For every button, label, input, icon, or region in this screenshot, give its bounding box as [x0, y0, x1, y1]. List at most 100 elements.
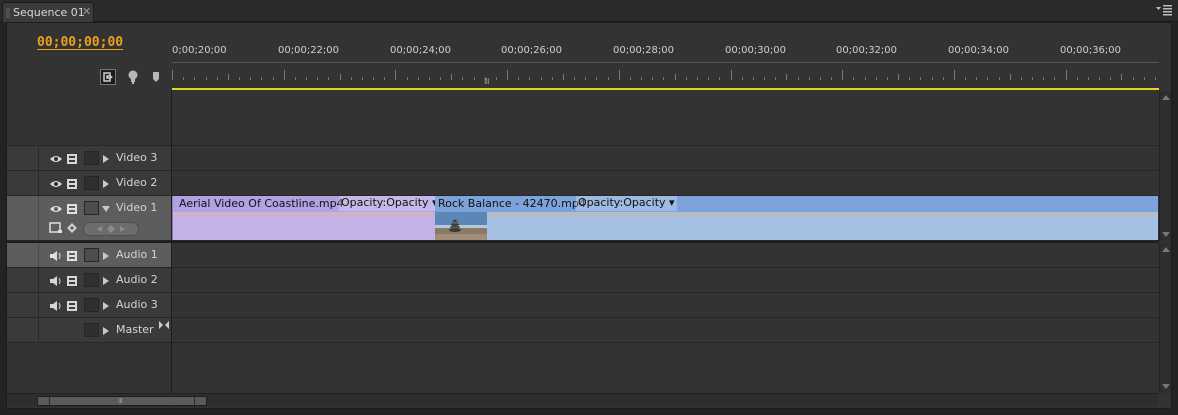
keyframes-icon[interactable]: [65, 222, 79, 234]
eye-icon[interactable]: [49, 203, 63, 215]
expand-track-icon[interactable]: [103, 155, 109, 163]
ruler-tick: [809, 77, 810, 80]
zoom-handle-left[interactable]: [38, 397, 50, 405]
ruler-label: 00;00;28;00: [613, 45, 675, 56]
track-header-audio-2[interactable]: Audio 2: [7, 268, 171, 292]
track-lane-video-3[interactable]: [172, 146, 1159, 170]
zoom-scroll-thumb[interactable]: Ⅲ: [37, 396, 207, 406]
opacity-line[interactable]: [435, 215, 1158, 216]
track-name: Master: [116, 323, 154, 336]
audio-vertical-scrollbar[interactable]: [1159, 243, 1171, 393]
ruler-tick: [1043, 77, 1044, 80]
opacity-line[interactable]: [173, 215, 435, 216]
eye-icon[interactable]: [49, 178, 63, 190]
track-header-audio-1[interactable]: Audio 1: [7, 243, 171, 267]
clip-aerial-video[interactable]: Aerial Video Of Coastline.mp4 Opacity:Op…: [172, 196, 435, 240]
scroll-up-icon[interactable]: [1162, 247, 1170, 252]
film-icon[interactable]: [65, 275, 79, 287]
film-icon[interactable]: [65, 178, 79, 190]
stereo-icon: [159, 321, 169, 329]
track-master: Master: [7, 318, 1159, 343]
lock-toggle[interactable]: [84, 201, 99, 215]
speaker-icon[interactable]: [49, 275, 63, 287]
ruler-tick: [1099, 77, 1100, 80]
clip-effect-menu[interactable]: Opacity:Opacity ▾: [576, 196, 677, 211]
expand-track-icon[interactable]: [103, 302, 109, 310]
keyframe-icon[interactable]: [125, 69, 141, 85]
ruler-tick: [1088, 77, 1089, 80]
close-icon[interactable]: ✕: [82, 5, 91, 18]
lock-toggle[interactable]: [84, 248, 99, 262]
clip-name: Aerial Video Of Coastline.mp4: [179, 197, 344, 210]
timeline-panel: 00;00;00;00 0;00;20;00 00;00;22;00 00;00…: [6, 22, 1172, 409]
track-audio-1: Audio 1: [7, 243, 1159, 268]
zoom-handle-right[interactable]: [194, 397, 206, 405]
clip-effect-menu[interactable]: Opacity:Opacity ▾: [339, 196, 435, 211]
ruler-tick: [1066, 70, 1067, 80]
speaker-icon[interactable]: [49, 250, 63, 262]
ruler-tick: [1155, 77, 1156, 80]
ruler-label: 00;00;30;00: [725, 45, 787, 56]
ruler-tick: [529, 77, 530, 80]
collapse-track-icon[interactable]: [102, 206, 110, 212]
track-header-master[interactable]: Master: [7, 318, 171, 342]
panel-menu-icon[interactable]: [1156, 4, 1172, 16]
ruler-tick: [842, 70, 843, 80]
lock-toggle[interactable]: [84, 176, 99, 190]
ruler-tick: [217, 77, 218, 80]
playhead-timecode[interactable]: 00;00;00;00: [37, 35, 123, 50]
marker-icon[interactable]: [148, 69, 164, 85]
work-area-bar[interactable]: [172, 88, 1159, 90]
expand-track-icon[interactable]: [103, 277, 109, 285]
track-header-video-2[interactable]: Video 2: [7, 171, 171, 195]
snap-icon[interactable]: [100, 69, 116, 85]
track-header-audio-3[interactable]: Audio 3: [7, 293, 171, 317]
grip-icon: Ⅲ: [118, 397, 123, 405]
ruler-tick: [596, 77, 597, 80]
scroll-down-icon[interactable]: [1162, 232, 1170, 237]
keyframe-navigator[interactable]: [83, 222, 139, 236]
ruler-tick: [295, 77, 296, 80]
lock-toggle[interactable]: [84, 151, 99, 165]
scroll-up-icon[interactable]: [1162, 95, 1170, 100]
track-lane-audio-3[interactable]: [172, 293, 1159, 317]
ruler-tick: [976, 77, 977, 80]
film-icon[interactable]: [65, 203, 79, 215]
lock-toggle[interactable]: [84, 323, 99, 337]
tab-sequence-01[interactable]: Sequence 01 ✕: [2, 2, 94, 22]
scroll-down-icon[interactable]: [1162, 384, 1170, 389]
ruler-tick: [206, 77, 207, 80]
eye-icon[interactable]: [49, 153, 63, 165]
lock-toggle[interactable]: [84, 298, 99, 312]
expand-track-icon[interactable]: [103, 180, 109, 188]
work-area-handle-icon[interactable]: Ⅲ: [484, 78, 490, 86]
ruler-label: 00;00;36;00: [1060, 45, 1122, 56]
film-icon[interactable]: [65, 300, 79, 312]
lock-toggle[interactable]: [84, 273, 99, 287]
track-lane-video-2[interactable]: [172, 171, 1159, 195]
track-lane-video-1[interactable]: Aerial Video Of Coastline.mp4 Opacity:Op…: [172, 196, 1159, 240]
tab-grip-icon[interactable]: [6, 8, 10, 18]
ruler-tick: [1121, 74, 1122, 80]
ruler-tick: [708, 77, 709, 80]
track-name: Audio 3: [116, 298, 158, 311]
expand-track-icon[interactable]: [103, 327, 109, 335]
expand-track-icon[interactable]: [103, 252, 109, 260]
speaker-icon[interactable]: [49, 300, 63, 312]
clip-name: Rock Balance - 42470.mp4: [438, 197, 586, 210]
track-lane-master[interactable]: [172, 318, 1159, 342]
ruler-tick: [451, 74, 452, 80]
time-ruler[interactable]: 0;00;20;00 00;00;22;00 00;00;24;00 00;00…: [172, 37, 1159, 91]
clip-rock-balance[interactable]: Rock Balance - 42470.mp4 Opacity:Opacity…: [435, 196, 1158, 240]
zoom-scrollbar[interactable]: Ⅲ: [7, 393, 1159, 407]
track-lane-audio-2[interactable]: [172, 268, 1159, 292]
display-style-icon[interactable]: [49, 222, 63, 234]
track-header-video-1[interactable]: Video 1: [7, 196, 171, 240]
film-icon[interactable]: [65, 250, 79, 262]
ruler-tick: [775, 77, 776, 80]
track-lane-audio-1[interactable]: [172, 243, 1159, 267]
film-icon[interactable]: [65, 153, 79, 165]
video-vertical-scrollbar[interactable]: [1159, 91, 1171, 241]
ruler-label: 00;00;26;00: [501, 45, 563, 56]
track-header-video-3[interactable]: Video 3: [7, 146, 171, 170]
